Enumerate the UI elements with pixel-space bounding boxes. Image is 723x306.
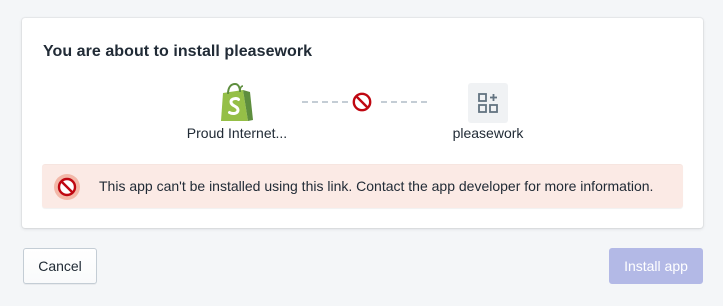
banner-message: This app can't be installed using this l… <box>99 178 654 194</box>
install-card: You are about to install pleasework Prou… <box>22 18 703 228</box>
store-name: Proud Internet... <box>186 125 288 141</box>
apps-grid-icon <box>468 83 508 123</box>
shopify-bag-icon <box>219 82 255 123</box>
blocked-icon <box>54 174 80 200</box>
blocked-icon <box>352 92 372 112</box>
install-app-button[interactable]: Install app <box>609 248 703 284</box>
install-app-page: You are about to install pleasework Prou… <box>0 0 723 306</box>
connection-diagram: Proud Internet... pleasework <box>22 18 703 168</box>
connector-line-right <box>381 101 427 103</box>
app-name: pleasework <box>452 125 524 141</box>
error-banner: This app can't be installed using this l… <box>42 164 683 208</box>
connector-line-left <box>302 101 348 103</box>
cancel-button[interactable]: Cancel <box>23 248 97 284</box>
